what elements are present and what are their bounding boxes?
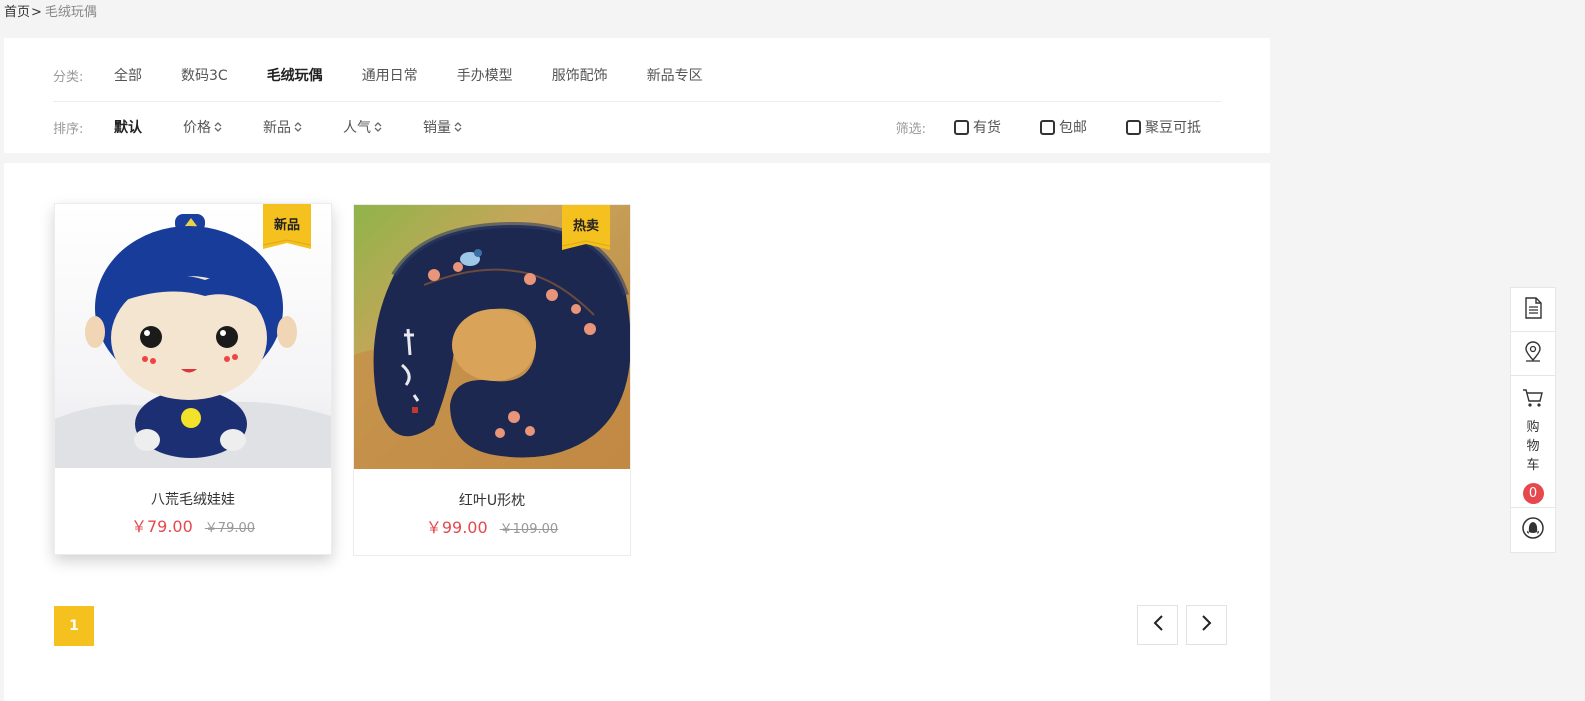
in-stock-checkbox[interactable] bbox=[954, 119, 969, 135]
cart-label: 购物车 bbox=[1526, 420, 1540, 473]
document-icon bbox=[1523, 296, 1543, 323]
sort-arrows-icon bbox=[374, 121, 382, 133]
sort-sales[interactable]: 销量 bbox=[423, 117, 462, 137]
category-digital-3c[interactable]: 数码3C bbox=[181, 65, 228, 85]
points-deductible-label: 聚豆可抵 bbox=[1145, 120, 1201, 136]
product-price: ￥99.00 bbox=[425, 518, 488, 537]
chevron-left-icon bbox=[1152, 614, 1164, 636]
cart-count-badge: 0 bbox=[1522, 483, 1544, 504]
product-name[interactable]: 红叶U形枕 bbox=[354, 490, 630, 510]
in-stock-label: 有货 bbox=[973, 120, 1001, 136]
product-name[interactable]: 八荒毛绒娃娃 bbox=[55, 489, 331, 509]
breadcrumb-home-link[interactable]: 首页 bbox=[4, 5, 30, 20]
category-apparel-accessories[interactable]: 服饰配饰 bbox=[552, 65, 608, 85]
sort-sales-label: 销量 bbox=[423, 120, 451, 136]
product-badge-text: 新品 bbox=[273, 218, 300, 233]
breadcrumb: 首页> 毛绒玩偶 bbox=[4, 4, 97, 22]
category-plush-dolls[interactable]: 毛绒玩偶 bbox=[267, 65, 323, 85]
product-prices: ￥99.00 ￥109.00 bbox=[354, 514, 630, 538]
sort-arrows-icon bbox=[214, 121, 222, 133]
location-pin-icon bbox=[1523, 340, 1543, 367]
orders-button[interactable] bbox=[1511, 288, 1555, 332]
prev-page-button[interactable] bbox=[1137, 605, 1178, 645]
product-card[interactable]: 新品 八荒毛绒娃娃 ￥79.00 ￥79.00 bbox=[54, 203, 332, 555]
filter-divider bbox=[53, 101, 1221, 102]
free-shipping-checkbox[interactable] bbox=[1040, 119, 1055, 135]
sort-newest[interactable]: 新品 bbox=[263, 117, 302, 137]
sort-arrows-icon bbox=[454, 121, 462, 133]
category-new-arrivals[interactable]: 新品专区 bbox=[647, 65, 703, 85]
cart-icon bbox=[1522, 388, 1544, 412]
filter-panel: 分类: 全部 数码3C 毛绒玩偶 通用日常 手办模型 服饰配饰 新品专区 排序:… bbox=[4, 38, 1270, 153]
product-badge-text: 热卖 bbox=[572, 219, 599, 234]
product-original-price: ￥79.00 bbox=[204, 521, 256, 536]
sort-default[interactable]: 默认 bbox=[114, 117, 142, 137]
sort-price-label: 价格 bbox=[183, 120, 211, 136]
breadcrumb-current: 毛绒玩偶 bbox=[44, 5, 97, 20]
product-badge: 热卖 bbox=[561, 205, 611, 250]
shopping-cart-button[interactable]: 购物车 0 bbox=[1511, 376, 1555, 508]
customer-service-button[interactable] bbox=[1511, 508, 1555, 552]
free-shipping-label: 包邮 bbox=[1059, 120, 1087, 136]
filter-free-shipping[interactable]: 包邮 bbox=[1040, 117, 1087, 137]
chevron-right-icon bbox=[1201, 614, 1213, 636]
sort-newest-label: 新品 bbox=[263, 120, 291, 136]
breadcrumb-separator: > bbox=[31, 5, 42, 20]
category-figures-models[interactable]: 手办模型 bbox=[457, 65, 513, 85]
sort-row: 排序: 默认 价格 新品 人气 销量 筛选: 有货 包邮 聚豆可抵 bbox=[53, 115, 1221, 139]
sort-label: 排序: bbox=[53, 121, 84, 137]
category-daily-goods[interactable]: 通用日常 bbox=[362, 65, 418, 85]
filter-label: 筛选: bbox=[895, 121, 926, 137]
product-badge: 新品 bbox=[262, 204, 312, 249]
address-button[interactable] bbox=[1511, 332, 1555, 376]
filter-in-stock[interactable]: 有货 bbox=[954, 117, 1001, 137]
floating-sidebar: 购物车 0 bbox=[1510, 287, 1556, 553]
sort-arrows-icon bbox=[294, 121, 302, 133]
product-price: ￥79.00 bbox=[130, 517, 193, 536]
next-page-button[interactable] bbox=[1186, 605, 1227, 645]
product-panel: 新品 八荒毛绒娃娃 ￥79.00 ￥79.00 热卖 红叶U形枕 ￥99.00 … bbox=[4, 163, 1270, 701]
sort-popularity-label: 人气 bbox=[343, 120, 371, 136]
sort-price[interactable]: 价格 bbox=[183, 117, 222, 137]
category-all[interactable]: 全部 bbox=[114, 65, 142, 85]
sort-default-label: 默认 bbox=[114, 120, 142, 136]
sort-popularity[interactable]: 人气 bbox=[343, 117, 382, 137]
product-prices: ￥79.00 ￥79.00 bbox=[55, 513, 331, 537]
product-original-price: ￥109.00 bbox=[499, 522, 559, 537]
category-label: 分类: bbox=[53, 69, 84, 85]
qq-penguin-icon bbox=[1522, 517, 1544, 543]
category-row: 分类: 全部 数码3C 毛绒玩偶 通用日常 手办模型 服饰配饰 新品专区 bbox=[53, 63, 1221, 87]
filter-area: 筛选: 有货 包邮 聚豆可抵 bbox=[896, 117, 1221, 137]
product-card[interactable]: 热卖 红叶U形枕 ￥99.00 ￥109.00 bbox=[353, 204, 631, 556]
page-number-current[interactable]: 1 bbox=[54, 606, 94, 646]
filter-points-deductible[interactable]: 聚豆可抵 bbox=[1126, 117, 1201, 137]
points-deductible-checkbox[interactable] bbox=[1126, 119, 1141, 135]
